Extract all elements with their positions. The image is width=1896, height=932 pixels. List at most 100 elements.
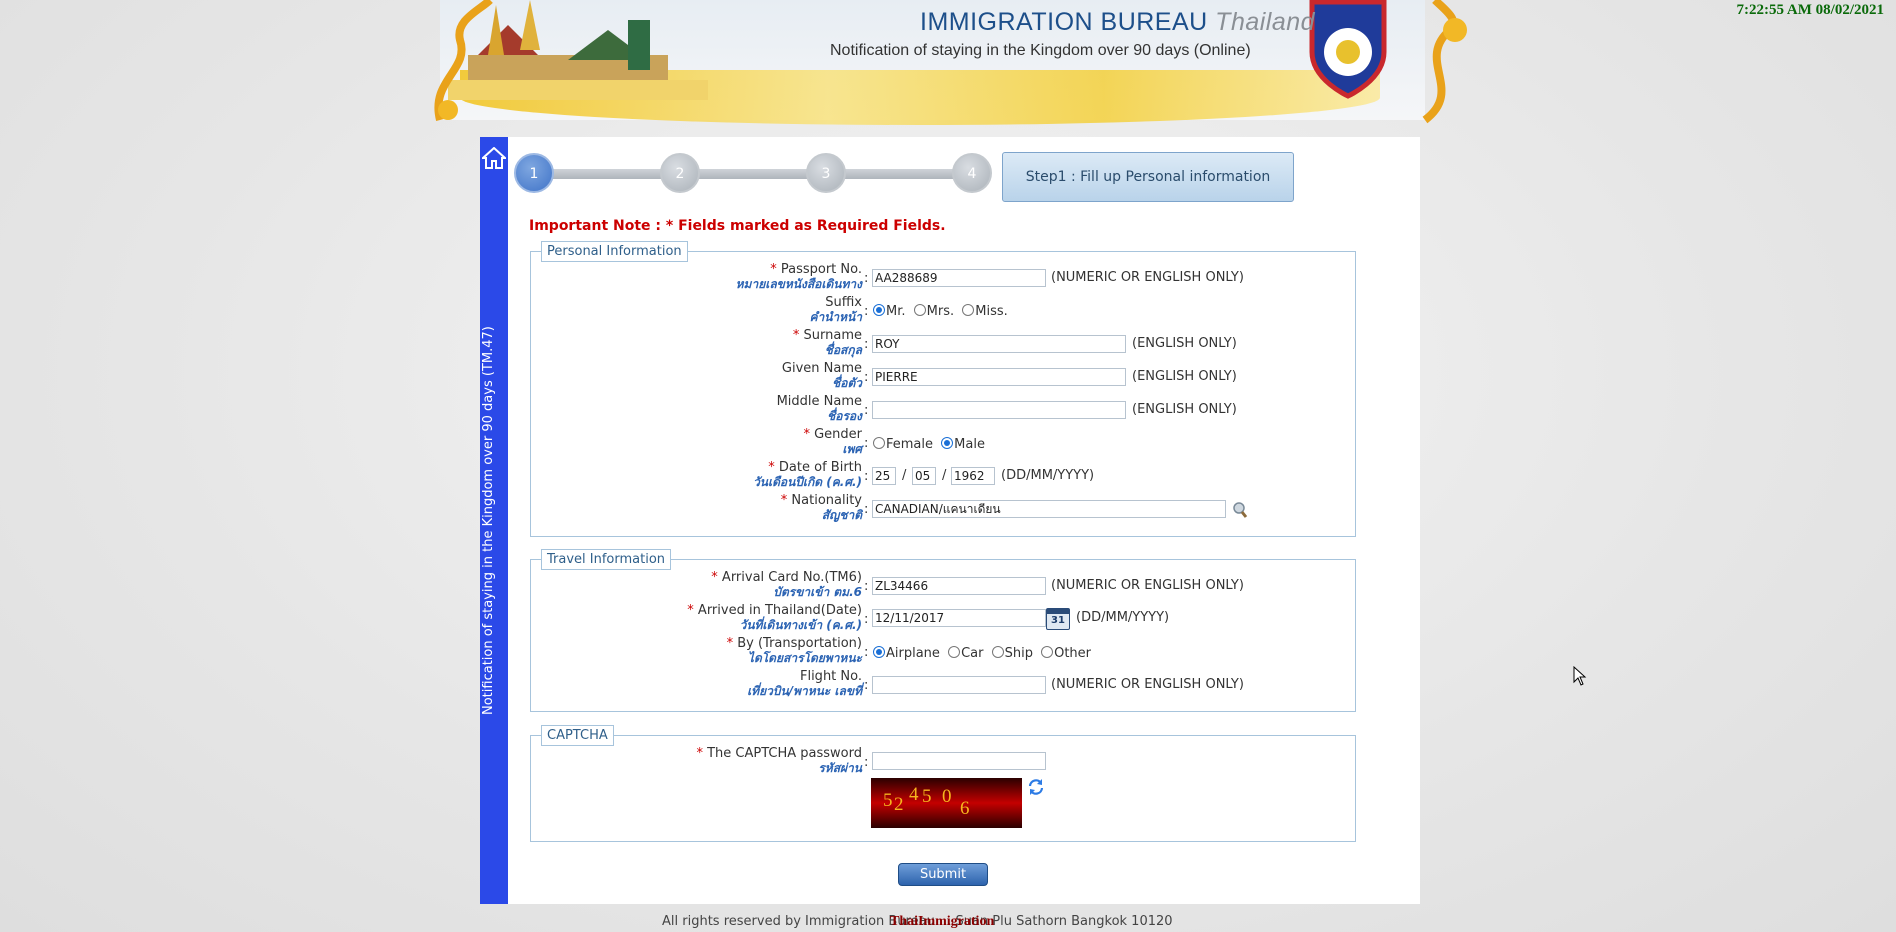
colon: : — [864, 337, 869, 352]
transport-radio-group: Airplane Car Ship Other — [873, 646, 1095, 661]
captcha-digit: 0 — [942, 786, 952, 807]
transport-other-radio[interactable] — [1041, 646, 1054, 658]
suffix-miss-label: Miss. — [975, 304, 1008, 319]
dob-day-input[interactable] — [872, 467, 896, 485]
dob-year-input[interactable] — [951, 467, 995, 485]
colon: : — [864, 502, 869, 517]
required-mark: * — [687, 603, 694, 618]
dob-label: Date of Birth — [778, 460, 862, 475]
gender-label: Gender — [814, 427, 862, 442]
required-note: Important Note : * Fields marked as Requ… — [529, 218, 946, 234]
flight-label-th: เที่ยวบิน/พาหนะ เลขที่ — [747, 684, 862, 698]
arrived-date-label-th: วันที่เดินทางเข้า (ค.ศ.) — [739, 618, 862, 632]
refresh-icon[interactable] — [1027, 778, 1045, 796]
dob-hint: (DD/MM/YYYY) — [1001, 468, 1095, 483]
colon: : — [864, 579, 869, 594]
colon: : — [864, 436, 869, 451]
captcha-digit: 5 — [883, 790, 893, 811]
arrived-date-hint: (DD/MM/YYYY) — [1076, 610, 1170, 625]
required-mark: * — [711, 570, 718, 585]
transport-ship-radio[interactable] — [991, 646, 1004, 658]
gender-female-radio[interactable] — [873, 437, 885, 449]
gender-male-radio[interactable] — [941, 437, 954, 449]
passport-label: Passport No. — [780, 262, 862, 277]
captcha-digit: 4 — [909, 784, 919, 805]
captcha-input[interactable] — [872, 752, 1046, 770]
middle-name-hint: (ENGLISH ONLY) — [1132, 402, 1237, 417]
step-3: 3 — [806, 153, 846, 193]
step-2: 2 — [660, 153, 700, 193]
passport-hint: (NUMERIC OR ENGLISH ONLY) — [1051, 270, 1244, 285]
colon: : — [864, 304, 869, 319]
calendar-icon[interactable]: 31 — [1046, 608, 1070, 630]
required-mark: * — [768, 460, 775, 475]
transport-car-radio[interactable] — [948, 646, 961, 658]
captcha-digit: 5 — [922, 786, 932, 807]
transport-row: * By (Transportation) ไดโดยสารโดยพาหนะ : — [0, 636, 869, 669]
surname-input[interactable] — [872, 335, 1126, 353]
flight-input[interactable] — [872, 676, 1046, 694]
colon: : — [864, 678, 869, 693]
gender-female-label: Female — [886, 437, 934, 452]
passport-input[interactable] — [872, 269, 1046, 287]
arrival-card-hint: (NUMERIC OR ENGLISH ONLY) — [1051, 578, 1244, 593]
immigration-emblem-icon — [1309, 0, 1387, 99]
required-mark: * — [726, 636, 734, 651]
suffix-mrs-label: Mrs. — [926, 304, 955, 319]
given-name-hint: (ENGLISH ONLY) — [1132, 369, 1237, 384]
given-name-input[interactable] — [872, 368, 1126, 386]
transport-airplane-radio[interactable] — [873, 646, 885, 658]
arrived-date-label: Arrived in Thailand(Date) — [697, 603, 862, 618]
colon: : — [864, 403, 869, 418]
suffix-mrs-radio[interactable] — [913, 304, 926, 316]
captcha-digit: 6 — [960, 798, 970, 819]
surname-label-th: ชื่อสกุล — [824, 343, 862, 357]
middle-name-input[interactable] — [872, 401, 1126, 419]
arrival-card-label-th: บัตรขาเข้า ตม.6 — [773, 585, 862, 599]
colon: : — [864, 612, 869, 627]
gender-label-th: เพศ — [842, 442, 862, 456]
calendar-day: 31 — [1051, 615, 1065, 626]
arrived-date-input[interactable] — [872, 609, 1046, 627]
colon: : — [864, 271, 869, 286]
arrived-date-row: * Arrived in Thailand(Date) วันที่เดินทาง… — [0, 603, 868, 636]
footer-brand: ThaiImmigration — [890, 914, 995, 929]
suffix-row: Suffix คำนำหน้า : — [0, 295, 868, 328]
transport-label-th: ไดโดยสารโดยพาหนะ — [747, 651, 862, 665]
suffix-label: Suffix — [825, 295, 862, 310]
suffix-mr-radio[interactable] — [873, 304, 885, 316]
dob-month-input[interactable] — [912, 467, 936, 485]
colon: : — [864, 469, 869, 484]
date-separator: / — [902, 468, 907, 483]
given-name-label: Given Name — [781, 361, 862, 376]
passport-label-th: หมายเลขหนังสือเดินทาง — [735, 277, 862, 291]
ornament-left — [434, 0, 493, 121]
suffix-radio-group: Mr. Mrs. Miss. — [873, 304, 1012, 319]
gender-male-label: Male — [954, 437, 985, 452]
gender-radio-group: Female Male — [873, 437, 989, 452]
personal-information-legend: Personal Information — [541, 241, 688, 262]
captcha-label: The CAPTCHA password — [707, 746, 862, 761]
bureau-subtitle: Notification of staying in the Kingdom o… — [830, 42, 1251, 59]
colon: : — [864, 645, 869, 660]
search-icon[interactable] — [1232, 501, 1248, 519]
colon: : — [864, 755, 869, 770]
middle-name-row: Middle Name ชื่อรอง : — [0, 394, 869, 427]
suffix-miss-radio[interactable] — [962, 304, 975, 316]
required-mark: * — [696, 746, 703, 761]
dob-row: * Date of Birth วันเดือนปีเกิด (ค.ศ.) : — [0, 460, 868, 493]
transport-label: By (Transportation) — [737, 636, 862, 651]
given-name-row: Given Name ชื่อตัว : — [0, 361, 869, 394]
submit-button[interactable]: Submit — [898, 863, 988, 886]
bureau-title: IMMIGRATION BUREAU Thailand — [920, 8, 1315, 37]
transport-airplane-label: Airplane — [886, 646, 940, 661]
travel-information-legend: Travel Information — [541, 549, 672, 570]
date-separator: / — [942, 468, 947, 483]
ornament-right — [1422, 0, 1467, 124]
arrival-card-input[interactable] — [872, 577, 1046, 595]
nationality-input[interactable] — [872, 500, 1226, 518]
home-icon[interactable] — [482, 147, 506, 169]
nationality-label-th: สัญชาติ — [821, 508, 862, 522]
surname-label: Surname — [803, 328, 862, 343]
clock: 7:22:55 AM 08/02/2021 — [1736, 2, 1885, 18]
